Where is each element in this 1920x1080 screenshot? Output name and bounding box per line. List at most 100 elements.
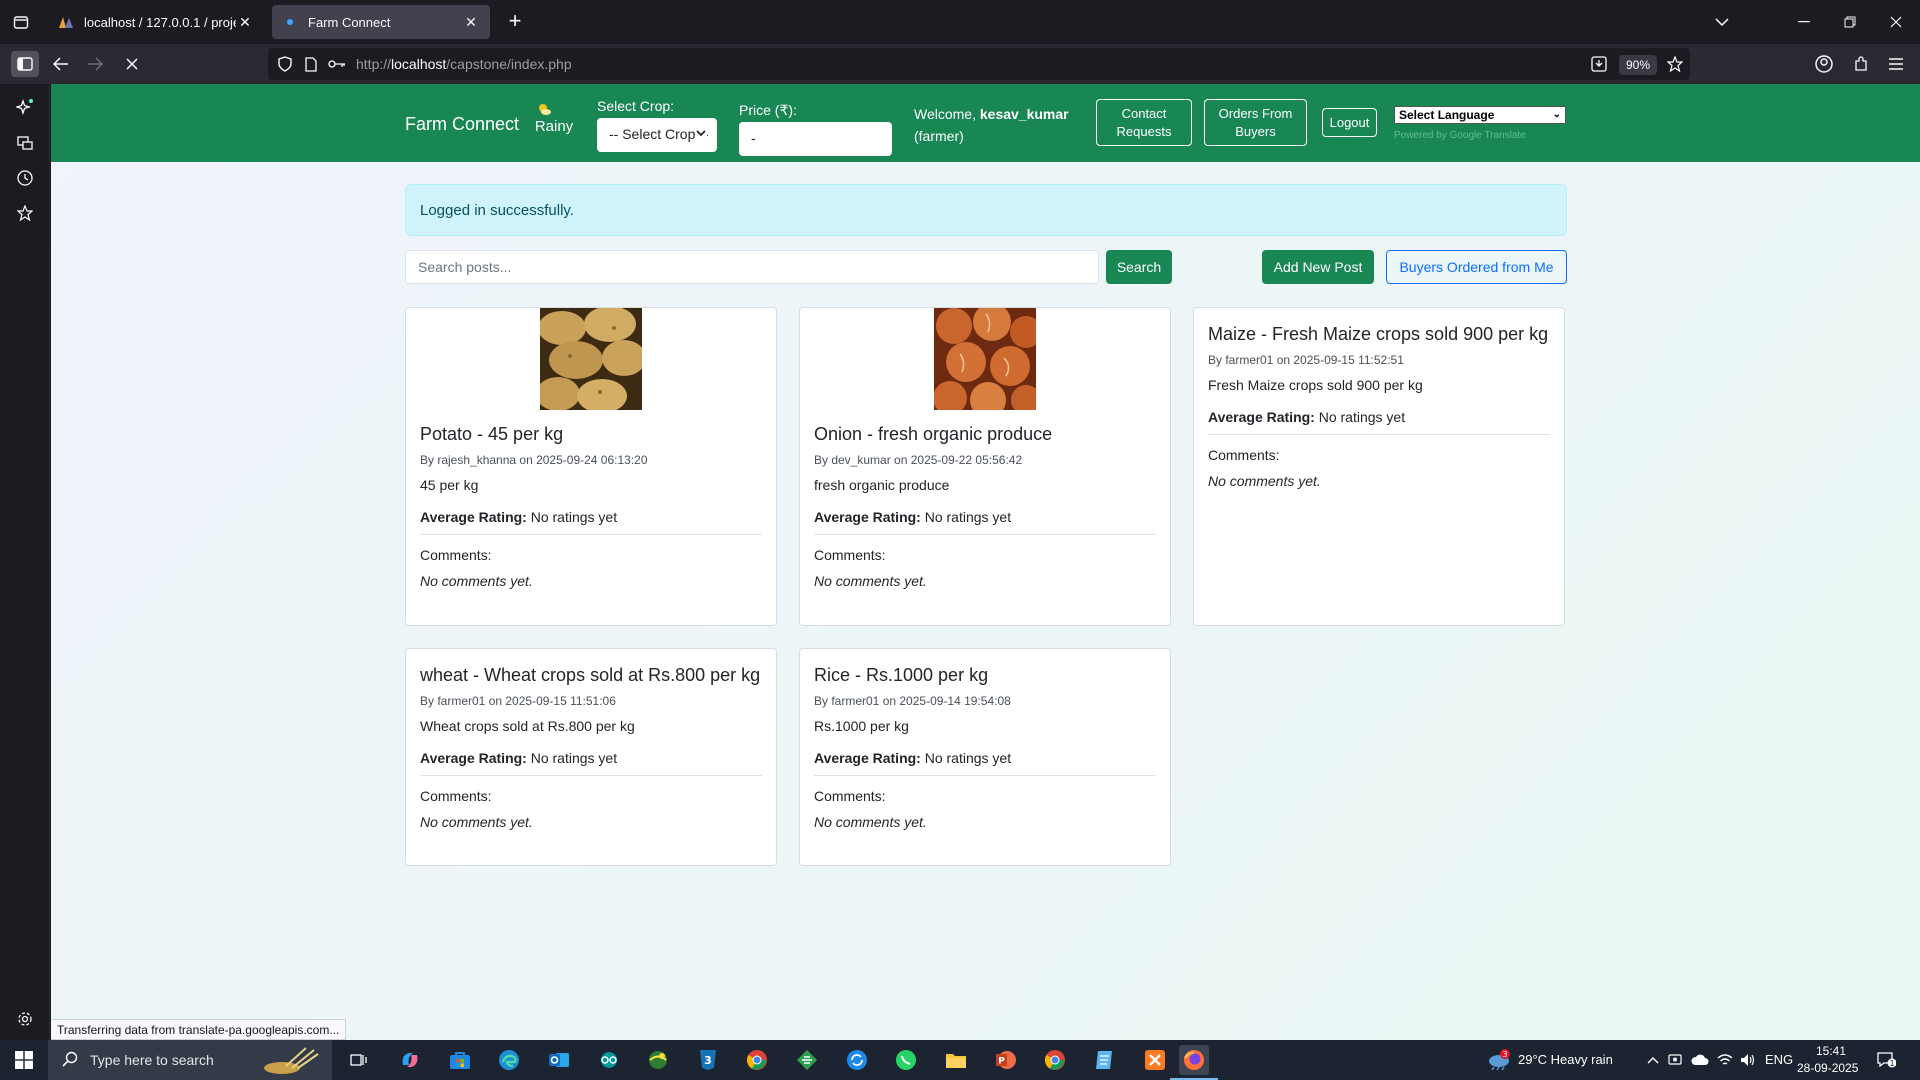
comments-label: Comments:	[814, 788, 886, 804]
tab-phpmyadmin[interactable]: localhost / 127.0.0.1 / project / ✕	[48, 5, 264, 39]
add-new-post-button[interactable]: Add New Post	[1262, 250, 1374, 284]
file-explorer-icon[interactable]	[941, 1045, 971, 1075]
arduino-icon[interactable]	[594, 1045, 624, 1075]
menu-icon[interactable]	[1883, 51, 1909, 77]
tab-title: Farm Connect	[308, 14, 391, 30]
synced-tabs-icon[interactable]	[12, 130, 38, 156]
page-info-icon[interactable]	[298, 51, 324, 77]
language-select[interactable]: Select Language ⌄	[1394, 106, 1566, 124]
price-field[interactable]: -	[739, 122, 892, 156]
chrome-icon[interactable]	[742, 1045, 772, 1075]
input-language[interactable]: ENG	[1765, 1052, 1793, 1067]
no-comments-text: No comments yet.	[814, 573, 927, 589]
bookmark-star-icon[interactable]	[1662, 51, 1688, 77]
powerpoint-icon[interactable]: P	[991, 1045, 1021, 1075]
restore-icon[interactable]	[1836, 8, 1864, 36]
close-window-icon[interactable]	[1882, 8, 1910, 36]
close-tab-icon[interactable]: ✕	[236, 13, 254, 31]
chrome-profile-icon[interactable]	[1040, 1045, 1070, 1075]
weather-cloud-icon[interactable]: 3	[1484, 1045, 1514, 1075]
bookmarks-icon[interactable]	[12, 200, 38, 226]
post-description: 45 per kg	[420, 477, 479, 493]
forward-arrow-icon[interactable]	[82, 51, 108, 77]
app-three-icon[interactable]: 3	[693, 1045, 723, 1075]
post-card-maize: Maize - Fresh Maize crops sold 900 per k…	[1193, 307, 1565, 626]
tab-title: localhost / 127.0.0.1 / project /	[84, 14, 236, 30]
post-meta: By farmer01 on 2025-09-15 11:52:51	[1208, 353, 1404, 367]
outlook-icon[interactable]	[544, 1045, 574, 1075]
contact-requests-button[interactable]: Contact Requests	[1096, 99, 1192, 146]
sync-icon[interactable]	[842, 1045, 872, 1075]
weather-text: Rainy	[534, 118, 574, 135]
comments-label: Comments:	[1208, 447, 1280, 463]
url-bar[interactable]: http://localhost/capstone/index.php 90%	[268, 48, 1690, 80]
stop-loading-icon[interactable]	[119, 51, 145, 77]
key-permissions-icon[interactable]	[324, 51, 350, 77]
clock-date[interactable]: 28-09-2025	[1797, 1061, 1858, 1075]
url-text: http://localhost/capstone/index.php	[356, 56, 572, 72]
task-view-icon[interactable]	[344, 1045, 374, 1075]
search-button[interactable]: Search	[1106, 250, 1172, 284]
logout-button[interactable]: Logout	[1322, 108, 1377, 137]
xampp-icon[interactable]	[1140, 1045, 1170, 1075]
browser-tab-bar: localhost / 127.0.0.1 / project / ✕ Farm…	[0, 0, 1920, 44]
history-icon[interactable]	[12, 165, 38, 191]
zoom-level[interactable]: 90%	[1619, 55, 1657, 75]
username: kesav_kumar	[979, 106, 1069, 122]
post-description: Fresh Maize crops sold 900 per kg	[1208, 377, 1423, 393]
weather-sun-icon	[537, 102, 551, 115]
download-page-icon[interactable]	[1586, 51, 1612, 77]
welcome-message: Welcome, kesav_kumar (farmer)	[914, 103, 1069, 147]
sidebar-toggle-icon[interactable]	[11, 51, 39, 77]
clock-time[interactable]: 15:41	[1816, 1044, 1846, 1058]
no-comments-text: No comments yet.	[814, 814, 927, 830]
copilot-icon[interactable]	[395, 1045, 425, 1075]
extensions-icon[interactable]	[1848, 51, 1874, 77]
buyers-ordered-button[interactable]: Buyers Ordered from Me	[1386, 250, 1567, 284]
taskbar-search-placeholder: Type here to search	[90, 1052, 214, 1068]
site-navbar: Farm Connect Rainy Select Crop: -- Selec…	[51, 84, 1920, 162]
list-all-tabs-icon[interactable]	[1708, 8, 1736, 36]
windows-start-icon[interactable]	[0, 1040, 48, 1080]
settings-gear-icon[interactable]	[12, 1006, 38, 1032]
firefox-icon[interactable]	[1170, 1045, 1218, 1080]
search-posts-input[interactable]: Search posts...	[405, 250, 1099, 284]
account-icon[interactable]	[1811, 51, 1837, 77]
back-arrow-icon[interactable]	[48, 51, 74, 77]
post-description: Rs.1000 per kg	[814, 718, 909, 734]
whatsapp-icon[interactable]	[891, 1045, 921, 1075]
microsoft-store-icon[interactable]	[445, 1045, 475, 1075]
notepad-icon[interactable]	[1090, 1045, 1120, 1075]
close-tab-icon[interactable]: ✕	[462, 13, 480, 31]
no-comments-text: No comments yet.	[420, 814, 533, 830]
edge-icon[interactable]	[494, 1045, 524, 1075]
minimize-icon[interactable]	[1790, 8, 1818, 36]
tab-farm-connect[interactable]: Farm Connect ✕	[272, 5, 490, 39]
browser-toolbar: http://localhost/capstone/index.php 90%	[0, 44, 1920, 84]
onion-image	[933, 303, 1042, 418]
volume-icon[interactable]	[1733, 1045, 1763, 1075]
ai-chatbot-icon[interactable]	[12, 94, 38, 120]
tracking-shield-icon[interactable]	[272, 51, 298, 77]
taskbar-weather-text[interactable]: 29°C Heavy rain	[1518, 1052, 1613, 1067]
windows-taskbar: Type here to search 3 P 3 29°C Heavy rai…	[0, 1040, 1920, 1080]
post-description: Wheat crops sold at Rs.800 per kg	[420, 718, 635, 734]
notification-center-icon[interactable]: 1	[1871, 1045, 1901, 1075]
post-meta: By farmer01 on 2025-09-15 11:51:06	[420, 694, 616, 708]
new-tab-icon[interactable]: +	[502, 9, 528, 35]
post-card-onion: Onion - fresh organic produce By dev_kum…	[799, 303, 1171, 626]
crop-select-value: -- Select Crop --	[609, 126, 709, 142]
tab-list-icon[interactable]	[8, 9, 34, 35]
price-label: Price (₹):	[739, 102, 797, 118]
orders-from-buyers-button[interactable]: Orders From Buyers	[1204, 99, 1307, 146]
average-rating: Average Rating: No ratings yet	[420, 750, 762, 776]
taskbar-search-box[interactable]: Type here to search	[48, 1040, 332, 1080]
app-tag-icon[interactable]	[792, 1045, 822, 1075]
crop-select[interactable]: -- Select Crop --	[597, 118, 717, 152]
loading-dot-icon	[282, 14, 298, 30]
post-title: Rice - Rs.1000 per kg	[814, 665, 989, 685]
brand-logo[interactable]: Farm Connect	[405, 114, 519, 135]
app-globe-icon[interactable]	[643, 1045, 673, 1075]
language-select-value: Select Language	[1399, 108, 1495, 122]
google-translate-credit[interactable]: Powered by Google Translate	[1394, 130, 1526, 141]
